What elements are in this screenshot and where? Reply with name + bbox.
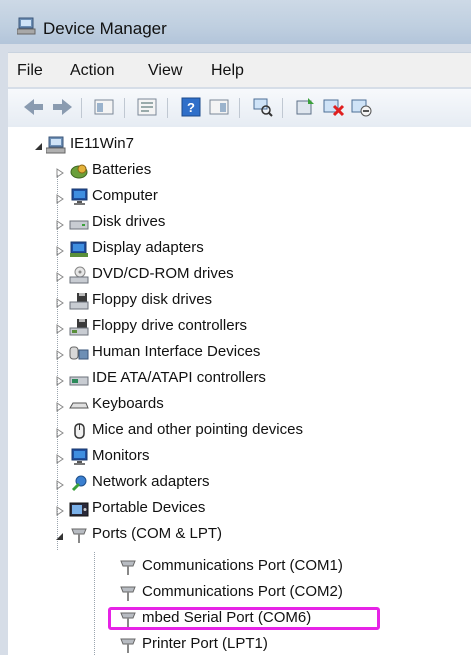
highlight-box (108, 607, 380, 630)
tree-item-floppy-disk-drives[interactable]: Floppy disk drives (8, 289, 388, 315)
floppy-disk-icon (69, 292, 89, 310)
collapse-arrow-icon[interactable] (55, 529, 65, 540)
monitor-icon (69, 188, 89, 206)
help-icon[interactable]: ? (179, 96, 203, 118)
tree-item-label: Disk drives (92, 213, 166, 230)
expand-arrow-icon[interactable] (55, 295, 65, 308)
menu-bar: File Action View Help (8, 52, 471, 87)
tree-item-label: Ports (COM & LPT) (92, 525, 223, 542)
network-adapter-icon (69, 474, 89, 492)
expand-arrow-icon[interactable] (55, 503, 65, 516)
portable-device-icon (69, 500, 89, 518)
expand-arrow-icon[interactable] (55, 269, 65, 282)
tree-item-ide-ata-atapi-controllers[interactable]: IDE ATA/ATAPI controllers (8, 367, 388, 393)
menu-help[interactable]: Help (211, 62, 244, 80)
tree-item-label: Mice and other pointing devices (92, 421, 303, 438)
tree-item-portable-devices[interactable]: Portable Devices (8, 497, 388, 523)
expand-arrow-icon[interactable] (55, 451, 65, 464)
tree-item-label: Computer (92, 187, 158, 204)
tree-item-label: Printer Port (LPT1) (142, 635, 268, 652)
display-adapter-icon (69, 240, 89, 258)
properties-icon[interactable] (135, 96, 159, 118)
tree-item-monitors[interactable]: Monitors (8, 445, 388, 471)
ide-controller-icon (69, 370, 89, 388)
expand-arrow-icon[interactable] (55, 165, 65, 178)
expand-arrow-icon[interactable] (55, 477, 65, 490)
menu-file[interactable]: File (17, 62, 43, 80)
floppy-controller-icon (69, 318, 89, 336)
tree-item-label: Portable Devices (92, 499, 206, 516)
forward-arrow-icon[interactable] (50, 96, 74, 118)
device-manager-icon (16, 17, 37, 35)
show-hide-tree-icon[interactable] (92, 96, 116, 118)
toolbar: ? (8, 88, 471, 128)
uninstall-device-icon[interactable] (321, 96, 345, 118)
tree-item-label: Human Interface Devices (92, 343, 261, 360)
tree-item-human-interface-devices[interactable]: Human Interface Devices (8, 341, 388, 367)
tree-item-label: Communications Port (COM2) (142, 583, 343, 600)
expand-arrow-icon[interactable] (55, 373, 65, 386)
tree-item-label: Batteries (92, 161, 152, 178)
back-arrow-icon[interactable] (22, 96, 46, 118)
tree-root-label: IE11Win7 (70, 135, 134, 152)
tree-item-ports[interactable]: Ports (COM & LPT) (8, 523, 388, 549)
menu-action[interactable]: Action (70, 62, 114, 80)
tree-item-label: Keyboards (92, 395, 164, 412)
tree-item-label: Floppy disk drives (92, 291, 213, 308)
tree-item-label: Communications Port (COM1) (142, 557, 343, 574)
disk-drive-icon (69, 214, 89, 232)
hid-icon (69, 344, 89, 362)
tree-item-label: Display adapters (92, 239, 204, 256)
update-driver-icon[interactable] (293, 96, 317, 118)
tree-item-network-adapters[interactable]: Network adapters (8, 471, 388, 497)
expand-arrow-icon[interactable] (55, 425, 65, 438)
port-icon (118, 636, 138, 654)
expand-arrow-icon[interactable] (55, 217, 65, 230)
title-bar[interactable]: Device Manager (0, 0, 471, 44)
tree-item-label: IDE ATA/ATAPI controllers (92, 369, 266, 386)
port-icon (118, 558, 138, 576)
port-icon (69, 526, 89, 544)
tree-item-floppy-drive-controllers[interactable]: Floppy drive controllers (8, 315, 388, 341)
monitor-icon (69, 448, 89, 466)
expand-arrow-icon[interactable] (55, 321, 65, 334)
tree-item-com1[interactable]: Communications Port (COM1) (8, 555, 428, 581)
expand-arrow-icon[interactable] (55, 191, 65, 204)
tree-item-label: Network adapters (92, 473, 210, 490)
tree-item-mice[interactable]: Mice and other pointing devices (8, 419, 428, 445)
computer-icon (46, 136, 66, 154)
tree-item-label: Floppy drive controllers (92, 317, 248, 334)
expand-arrow-icon[interactable] (55, 399, 65, 412)
collapse-arrow-icon[interactable] (34, 139, 44, 150)
menu-view[interactable]: View (148, 62, 182, 80)
window-title: Device Manager (43, 19, 167, 38)
disable-device-icon[interactable] (349, 96, 373, 118)
tree-item-batteries[interactable]: Batteries (8, 159, 388, 185)
scan-hardware-icon[interactable] (250, 96, 274, 118)
svg-text:?: ? (187, 100, 195, 115)
device-tree: IE11Win7 Batteries Computer Disk drives … (8, 127, 471, 655)
tree-item-computer[interactable]: Computer (8, 185, 388, 211)
tree-item-dvd-cd-rom-drives[interactable]: DVD/CD-ROM drives (8, 263, 388, 289)
port-icon (118, 584, 138, 602)
tree-item-label: Monitors (92, 447, 150, 464)
tree-item-display-adapters[interactable]: Display adapters (8, 237, 388, 263)
view-icon[interactable] (207, 96, 231, 118)
tree-item-label: DVD/CD-ROM drives (92, 265, 234, 282)
tree-item-disk-drives[interactable]: Disk drives (8, 211, 388, 237)
mouse-icon (69, 422, 89, 440)
expand-arrow-icon[interactable] (55, 347, 65, 360)
dvd-drive-icon (69, 266, 89, 284)
tree-item-keyboards[interactable]: Keyboards (8, 393, 388, 419)
battery-icon (69, 162, 89, 180)
tree-root[interactable]: IE11Win7 (8, 133, 308, 159)
keyboard-icon (69, 396, 89, 414)
expand-arrow-icon[interactable] (55, 243, 65, 256)
tree-item-com2[interactable]: Communications Port (COM2) (8, 581, 428, 607)
tree-item-lpt1[interactable]: Printer Port (LPT1) (8, 633, 428, 655)
